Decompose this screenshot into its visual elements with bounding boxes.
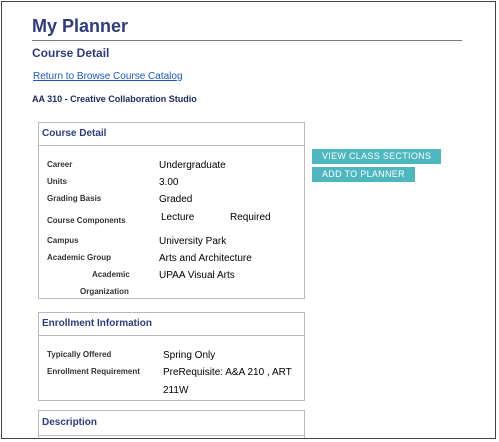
planner-window: My Planner Course Detail Return to Brows… — [1, 1, 496, 439]
enrollment-requirement-value-cont: 211W — [163, 385, 189, 396]
enrollment-info-heading: Enrollment Information — [39, 313, 304, 336]
typically-offered-value: Spring Only — [163, 350, 216, 361]
enrollment-requirement-label: Enrollment Requirement — [47, 367, 140, 376]
academic-org-value: UPAA Visual Arts — [159, 270, 235, 281]
course-title: AA 310 - Creative Collaboration Studio — [32, 94, 197, 104]
component-status: Required — [230, 212, 271, 223]
career-label: Career — [47, 160, 73, 169]
career-value: Undergraduate — [159, 160, 226, 171]
component-type: Lecture — [161, 212, 195, 223]
enrollment-requirement-value: PreRequisite: A&A 210 , ART — [163, 367, 292, 378]
title-divider — [32, 40, 462, 41]
campus-value: University Park — [159, 236, 227, 247]
academic-group-value: Arts and Architecture — [159, 253, 252, 264]
view-class-sections-button[interactable]: VIEW CLASS SECTIONS — [312, 149, 442, 164]
section-subtitle: Course Detail — [32, 46, 110, 60]
course-detail-heading: Course Detail — [39, 123, 304, 146]
add-to-planner-button[interactable]: ADD TO PLANNER — [312, 167, 415, 182]
return-to-catalog-link[interactable]: Return to Browse Course Catalog — [33, 71, 183, 82]
typically-offered-label: Typically Offered — [47, 350, 112, 359]
page-title: My Planner — [32, 16, 129, 36]
campus-label: Campus — [47, 236, 79, 245]
description-panel: Description — [38, 410, 305, 438]
enrollment-info-panel: Enrollment Information Typically Offered… — [38, 312, 305, 401]
description-heading: Description — [39, 411, 304, 436]
units-value: 3.00 — [159, 177, 179, 188]
grading-basis-label: Grading Basis — [47, 194, 102, 203]
academic-org-label-line1: Academic — [92, 270, 130, 279]
academic-group-label: Academic Group — [47, 253, 112, 262]
units-label: Units — [47, 177, 67, 186]
course-detail-panel: Course Detail Career Undergraduate Units… — [38, 122, 305, 299]
course-components-label: Course Components — [47, 216, 126, 225]
academic-org-label-line2: Organization — [80, 287, 129, 296]
grading-basis-value: Graded — [159, 194, 193, 205]
